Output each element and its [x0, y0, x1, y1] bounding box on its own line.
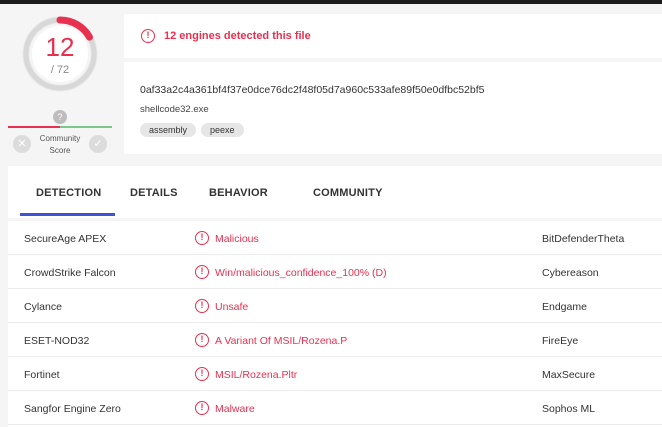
vote-harmless-button[interactable]: ✓: [89, 135, 107, 153]
tab-community[interactable]: COMMUNITY: [313, 187, 383, 199]
engine-name: Sophos ML: [542, 403, 596, 415]
table-row: SecureAge APEX ! Malicious BitDefenderTh…: [8, 221, 662, 255]
table-row: Cylance ! Unsafe Endgame: [8, 289, 662, 323]
detection-result: A Variant Of MSIL/Rozena.P: [215, 335, 348, 347]
alert-circle-icon: !: [195, 333, 209, 347]
community-score-marker: ?: [53, 110, 67, 124]
engine-name: BitDefenderTheta: [542, 233, 625, 245]
total-engines: / 72: [50, 64, 70, 76]
detection-result: Malware: [215, 403, 255, 415]
tab-detection[interactable]: DETECTION: [36, 187, 101, 199]
alert-circle-icon: !: [195, 299, 209, 313]
engine-name: Endgame: [542, 301, 587, 313]
detection-result: MSIL/Rozena.Pltr: [215, 369, 298, 381]
tag-peexe[interactable]: peexe: [201, 123, 244, 137]
vote-harmful-button[interactable]: ✕: [13, 135, 31, 153]
detection-table: SecureAge APEX ! Malicious BitDefenderTh…: [8, 221, 662, 427]
table-row: ESET-NOD32 ! A Variant Of MSIL/Rozena.P …: [8, 323, 662, 357]
tab-details[interactable]: DETAILS: [130, 187, 178, 199]
file-info: 0af33a2c4a361bf4f37e0dce76dc2f48f05d7a96…: [124, 62, 662, 154]
table-row: CrowdStrike Falcon ! Win/malicious_confi…: [8, 255, 662, 289]
detection-gauge: 12 / 72: [20, 14, 100, 94]
engine-name: Cybereason: [542, 267, 599, 279]
engine-name: CrowdStrike Falcon: [24, 267, 116, 279]
active-tab-indicator: [20, 213, 115, 216]
detection-result: Malicious: [215, 233, 259, 245]
table-row: Fortinet ! MSIL/Rozena.Pltr MaxSecure: [8, 357, 662, 391]
alert-circle-icon: !: [195, 367, 209, 381]
file-tags: assembly peexe: [140, 123, 244, 137]
score-panel: 12 / 72 ? ✕ Community Score ✓: [0, 4, 120, 164]
file-hash[interactable]: 0af33a2c4a361bf4f37e0dce76dc2f48f05d7a96…: [140, 84, 485, 96]
alert-circle-icon: !: [195, 265, 209, 279]
alert-circle-icon: !: [195, 231, 209, 245]
detected-count: 12: [45, 32, 75, 62]
alert-text: 12 engines detected this file: [164, 30, 311, 42]
table-row: Sangfor Engine Zero ! Malware Sophos ML: [8, 391, 662, 425]
tab-behavior[interactable]: BEHAVIOR: [209, 187, 268, 199]
alert-circle-icon: !: [195, 401, 209, 415]
detection-alert: ! 12 engines detected this file: [124, 14, 662, 58]
engine-name: MaxSecure: [542, 369, 596, 381]
file-name: shellcode32.exe: [140, 104, 209, 115]
check-icon: ✓: [93, 138, 103, 150]
detection-result: Unsafe: [215, 301, 249, 313]
tag-assembly[interactable]: assembly: [140, 123, 197, 137]
engine-name: SecureAge APEX: [24, 233, 107, 245]
community-score-bar: [8, 126, 112, 128]
engine-name: Cylance: [24, 301, 62, 313]
alert-circle-icon: !: [141, 29, 155, 43]
close-icon: ✕: [17, 138, 27, 150]
engine-name: ESET-NOD32: [24, 335, 90, 347]
tabs-bar: DETECTION DETAILS BEHAVIOR COMMUNITY: [8, 166, 662, 218]
detection-result: Win/malicious_confidence_100% (D): [215, 267, 387, 279]
engine-name: Sangfor Engine Zero: [24, 403, 121, 415]
community-score-label: Community Score: [39, 134, 81, 155]
engine-name: Fortinet: [24, 369, 60, 381]
engine-name: FireEye: [542, 335, 579, 347]
